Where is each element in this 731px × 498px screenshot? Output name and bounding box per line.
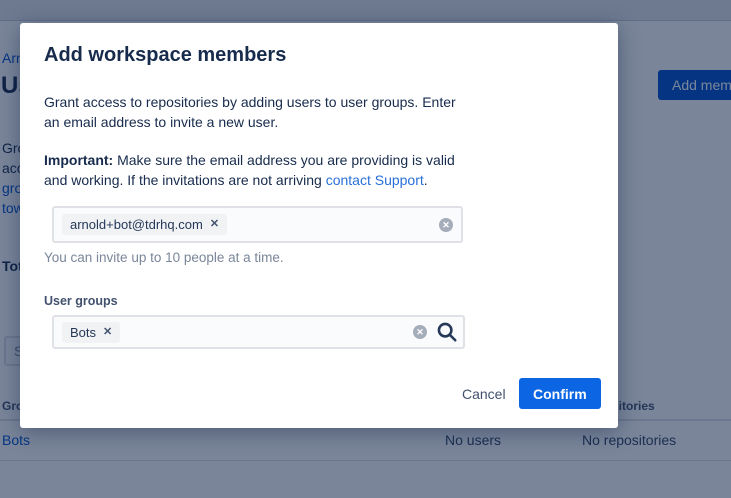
user-groups-field[interactable]: Bots ✕ ✕ — [52, 315, 465, 349]
email-invite-field[interactable]: arnold+bot@tdrhq.com ✕ ✕ — [52, 206, 463, 243]
contact-support-link[interactable]: contact Support — [326, 172, 424, 188]
important-label: Important: — [44, 152, 113, 168]
email-chip: arnold+bot@tdrhq.com ✕ — [62, 214, 227, 235]
screen: Arnold User groups Add members Gro acc g… — [0, 0, 731, 498]
add-workspace-members-modal: Add workspace members Grant access to re… — [20, 23, 618, 428]
email-chip-label: arnold+bot@tdrhq.com — [70, 217, 203, 232]
confirm-button[interactable]: Confirm — [519, 378, 601, 409]
group-chip-label: Bots — [70, 325, 96, 340]
invite-limit-note: You can invite up to 10 people at a time… — [44, 250, 284, 265]
cancel-button[interactable]: Cancel — [450, 378, 518, 409]
sentence-period: . — [424, 172, 428, 188]
clear-field-icon[interactable]: ✕ — [439, 218, 453, 232]
important-text: Make sure the email address you are prov… — [113, 152, 455, 168]
remove-group-chip-icon[interactable]: ✕ — [103, 327, 112, 338]
remove-email-chip-icon[interactable]: ✕ — [210, 219, 219, 230]
clear-field-icon[interactable]: ✕ — [413, 325, 427, 339]
user-groups-label: User groups — [44, 294, 118, 308]
modal-intro-line1: Grant access to repositories by adding u… — [44, 92, 456, 112]
modal-important-line1: Important: Make sure the email address y… — [44, 150, 455, 170]
group-chip: Bots ✕ — [62, 322, 120, 343]
search-icon[interactable] — [436, 321, 458, 343]
modal-title: Add workspace members — [44, 44, 286, 67]
modal-important-line2: and working. If the invitations are not … — [44, 170, 428, 190]
modal-intro-line2: an email address to invite a new user. — [44, 112, 278, 132]
important-text2: and working. If the invitations are not … — [44, 172, 326, 188]
